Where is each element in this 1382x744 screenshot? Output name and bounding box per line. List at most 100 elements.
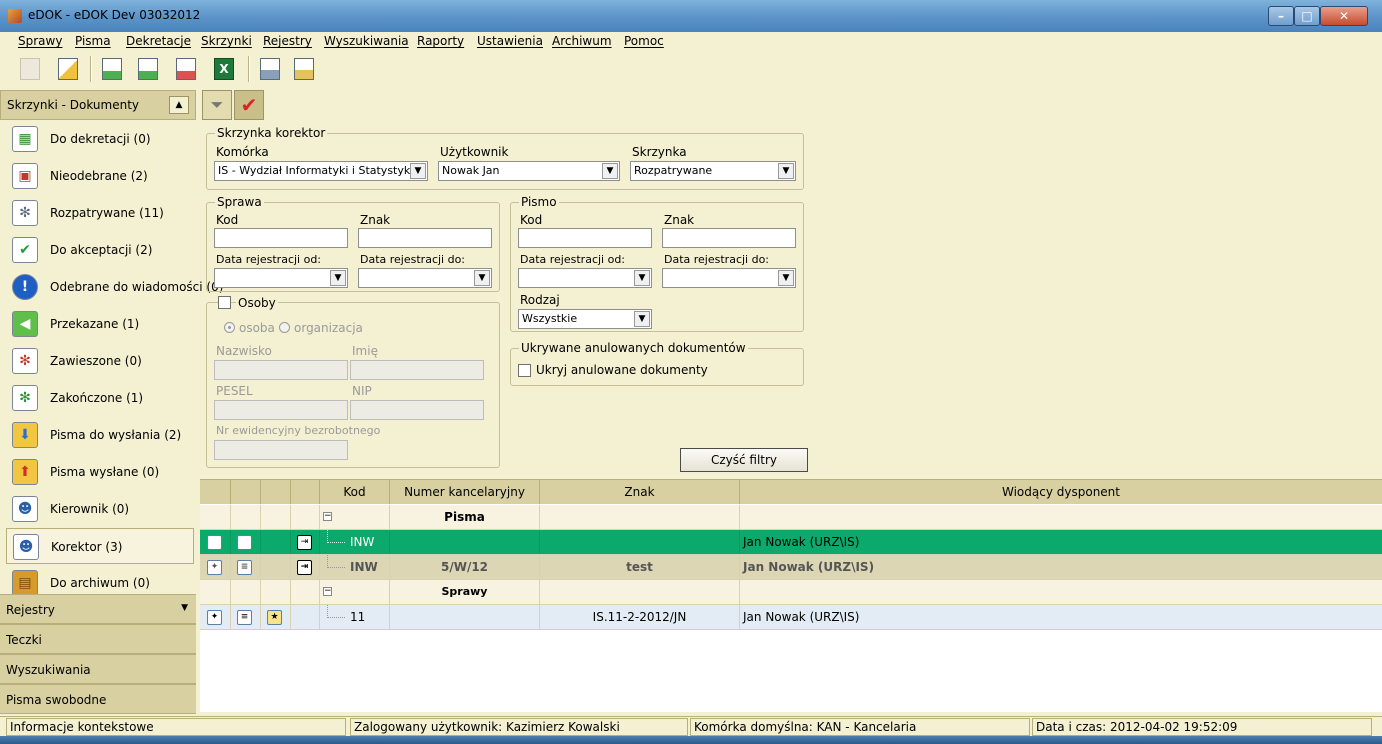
col-kod-header[interactable]: Kod xyxy=(320,480,390,504)
package-icon: ▣ xyxy=(12,163,38,189)
menu-raporty[interactable]: Raporty xyxy=(417,34,464,48)
menu-sprawy[interactable]: Sprawy xyxy=(18,34,62,48)
organizacja-radio[interactable] xyxy=(279,322,290,333)
komorka-select[interactable]: IS - Wydział Informatyki i Statystyki ▼ xyxy=(214,161,428,181)
chevron-down-icon[interactable]: ▼ xyxy=(410,163,426,179)
nav-item-nieodebrane[interactable]: ▣ Nieodebrane (2) xyxy=(6,158,194,194)
menu-ustawienia[interactable]: Ustawienia xyxy=(477,34,543,48)
nav-section-pisma-swobodne[interactable]: Pisma swobodne xyxy=(0,684,196,714)
menu-archiwum[interactable]: Archiwum xyxy=(552,34,612,48)
nav-item-zakonczone[interactable]: ✻ Zakończone (1) xyxy=(6,380,194,416)
nav-item-do-dekretacji[interactable]: ▦ Do dekretacji (0) xyxy=(6,121,194,157)
imie-label: Imię xyxy=(352,344,378,358)
col-numer-header[interactable]: Numer kancelaryjny xyxy=(390,480,540,504)
document-add-icon[interactable]: ≡ xyxy=(237,535,252,550)
chevron-down-icon[interactable]: ▼ xyxy=(778,270,794,286)
chevron-down-icon[interactable]: ▼ xyxy=(634,270,650,286)
sprawa-znak-input[interactable] xyxy=(358,228,492,248)
chevron-down-icon[interactable]: ▼ xyxy=(778,163,794,179)
ukryj-anulowane-checkbox[interactable] xyxy=(518,364,531,377)
nav-item-label: Pisma wysłane (0) xyxy=(50,465,160,479)
lightbulb-icon[interactable]: ✦ xyxy=(207,535,222,550)
refresh-list-1-button[interactable] xyxy=(98,55,126,83)
lightbulb-icon[interactable]: ✦ xyxy=(207,610,222,625)
collapse-icon[interactable]: − xyxy=(323,512,332,521)
group-row-sprawy[interactable]: − Sprawy xyxy=(200,580,1382,605)
nav-item-do-akceptacji[interactable]: ✔ Do akceptacji (2) xyxy=(6,232,194,268)
lightbulb-icon[interactable]: ✦ xyxy=(207,560,222,575)
chevron-down-icon[interactable]: ▼ xyxy=(330,270,346,286)
nav-item-kierownik[interactable]: ☻ Kierownik (0) xyxy=(6,491,194,527)
pismo-date-to-picker[interactable]: ▼ xyxy=(662,268,796,288)
col-znak-header[interactable]: Znak xyxy=(540,480,740,504)
nav-header[interactable]: Skrzynki - Dokumenty ▲ xyxy=(0,90,196,120)
info-icon: ! xyxy=(12,274,38,300)
chevron-down-icon[interactable]: ▼ xyxy=(474,270,490,286)
close-button[interactable]: ✕ xyxy=(1320,6,1368,26)
group-row-pisma[interactable]: − Pisma xyxy=(200,505,1382,530)
collapse-icon[interactable]: − xyxy=(323,587,332,596)
edit-document-button[interactable] xyxy=(54,55,82,83)
pismo-znak-input[interactable] xyxy=(662,228,796,248)
menu-dekretacje[interactable]: Dekretacje xyxy=(126,34,191,48)
search-folder-button[interactable] xyxy=(290,55,318,83)
folder-star-icon[interactable]: ★ xyxy=(267,610,282,625)
menu-pomoc[interactable]: Pomoc xyxy=(624,34,664,48)
table-row[interactable]: ✦ ≡ ★ 11 IS.11-2-2012/JN Jan Nowak (URZ\… xyxy=(200,605,1382,630)
pismo-date-from-picker[interactable]: ▼ xyxy=(518,268,652,288)
col-icon-4 xyxy=(291,480,320,504)
imie-input[interactable] xyxy=(350,360,484,380)
nav-section-teczki[interactable]: Teczki xyxy=(0,624,196,654)
kod-cell: INW xyxy=(350,535,375,549)
refresh-list-2-button[interactable] xyxy=(134,55,162,83)
table-row[interactable]: ✦ ≡ ⇥ INW 5/W/12 test Jan Nowak (URZ\IS) xyxy=(200,555,1382,580)
chevron-down-icon[interactable]: ▼ xyxy=(602,163,618,179)
table-row[interactable]: ✦ ≡ ⇥ INW Jan Nowak (URZ\IS) xyxy=(200,530,1382,555)
login-arrow-icon[interactable]: ⇥ xyxy=(297,560,312,575)
filter-toggle-button[interactable]: ⏷ xyxy=(202,90,232,120)
nav-item-do-archiwum[interactable]: ▤ Do archiwum (0) xyxy=(6,565,194,596)
maximize-button[interactable]: □ xyxy=(1294,6,1320,26)
nav-item-rozpatrywane[interactable]: ✻ Rozpatrywane (11) xyxy=(6,195,194,231)
sprawa-kod-input[interactable] xyxy=(214,228,348,248)
nav-item-zawieszone[interactable]: ✻ Zawieszone (0) xyxy=(6,343,194,379)
nr-ewidencyjny-input[interactable] xyxy=(214,440,348,460)
skrzynka-select[interactable]: Rozpatrywane ▼ xyxy=(630,161,796,181)
menu-wyszukiwania[interactable]: Wyszukiwania xyxy=(324,34,409,48)
excel-export-button[interactable]: X xyxy=(210,55,238,83)
sprawa-date-to-picker[interactable]: ▼ xyxy=(358,268,492,288)
chevron-down-icon[interactable]: ▼ xyxy=(181,603,188,613)
pismo-kod-input[interactable] xyxy=(518,228,652,248)
osoba-radio[interactable] xyxy=(224,322,235,333)
menu-skrzynki[interactable]: Skrzynki xyxy=(201,34,252,48)
nazwisko-input[interactable] xyxy=(214,360,348,380)
chevron-up-icon[interactable]: ▲ xyxy=(169,96,189,114)
uzytkownik-select[interactable]: Nowak Jan ▼ xyxy=(438,161,620,181)
new-document-button[interactable] xyxy=(16,55,44,83)
login-arrow-icon[interactable]: ⇥ xyxy=(297,535,312,550)
nav-section-rejestry[interactable]: Rejestry ▼ xyxy=(0,594,196,624)
nav-item-label: Nieodebrane (2) xyxy=(50,169,148,183)
nav-item-przekazane[interactable]: ◀ Przekazane (1) xyxy=(6,306,194,342)
menu-rejestry[interactable]: Rejestry xyxy=(263,34,312,48)
pesel-input[interactable] xyxy=(214,400,348,420)
sprawa-date-from-picker[interactable]: ▼ xyxy=(214,268,348,288)
search-button[interactable] xyxy=(256,55,284,83)
nav-item-odebrane-do-wiadomosci[interactable]: ! Odebrane do wiadomości (0) xyxy=(6,269,223,305)
chevron-down-icon[interactable]: ▼ xyxy=(634,311,650,327)
nav-section-wyszukiwania[interactable]: Wyszukiwania xyxy=(0,654,196,684)
nav-item-korektor[interactable]: ☻ Korektor (3) xyxy=(6,528,194,564)
minimize-button[interactable]: – xyxy=(1268,6,1294,26)
col-dysponent-header[interactable]: Wiodący dysponent xyxy=(740,480,1382,504)
clear-filters-button[interactable]: Czyść filtry xyxy=(680,448,808,472)
document-add-icon[interactable]: ≡ xyxy=(237,610,252,625)
osoby-checkbox[interactable] xyxy=(218,296,231,309)
refresh-list-3-button[interactable] xyxy=(172,55,200,83)
nav-item-pisma-wyslane[interactable]: ⬆ Pisma wysłane (0) xyxy=(6,454,194,490)
nip-input[interactable] xyxy=(350,400,484,420)
document-add-icon[interactable]: ≡ xyxy=(237,560,252,575)
nav-item-pisma-do-wyslania[interactable]: ⬇ Pisma do wysłania (2) xyxy=(6,417,194,453)
rodzaj-select[interactable]: Wszystkie ▼ xyxy=(518,309,652,329)
apply-filter-button[interactable]: ✔ xyxy=(234,90,264,120)
menu-pisma[interactable]: Pisma xyxy=(75,34,111,48)
